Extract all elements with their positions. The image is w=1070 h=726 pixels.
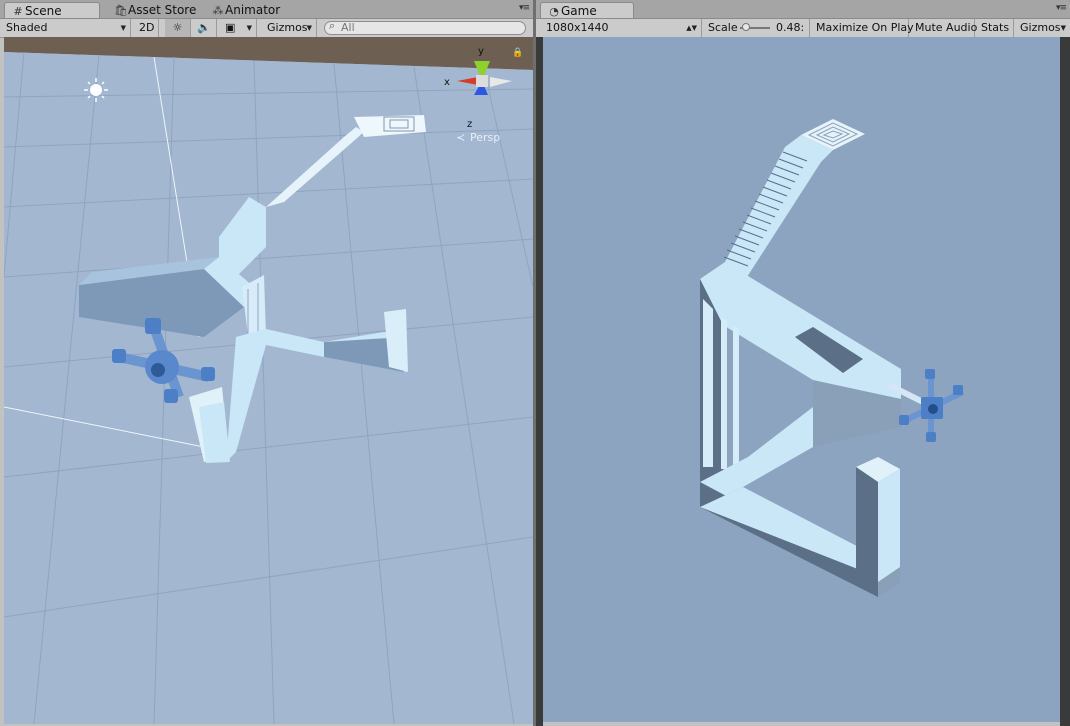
- maximize-on-play-label: Maximize On Play: [816, 21, 914, 34]
- scene-search-placeholder: All: [341, 21, 355, 34]
- stats-label: Stats: [981, 21, 1010, 34]
- chevron-down-icon: ▲▼: [686, 24, 697, 32]
- game-letterbox-left: [536, 37, 543, 726]
- panel-menu-icon[interactable]: ▾≡: [1056, 3, 1067, 13]
- scene-tab-bar: # Scene 🛍Asset Store ⁂ Animator ▾≡: [0, 0, 533, 19]
- scene-effects-dropdown[interactable]: ▣ ▼: [219, 19, 257, 37]
- mute-audio-label: Mute Audio: [915, 21, 978, 34]
- tab-asset-store[interactable]: 🛍Asset Store: [108, 2, 200, 18]
- speaker-icon: 🔈: [197, 21, 211, 34]
- panel-menu-icon[interactable]: ▾≡: [519, 3, 530, 13]
- shading-mode-dropdown[interactable]: Shaded ▼: [0, 19, 131, 37]
- stats-toggle[interactable]: Stats: [975, 19, 1014, 37]
- scene-ground-plane: [4, 52, 533, 724]
- scene-gizmos-dropdown[interactable]: Gizmos ▼: [261, 19, 317, 37]
- mute-audio-toggle[interactable]: Mute Audio: [909, 19, 978, 37]
- game-gizmos-dropdown[interactable]: Gizmos ▼: [1014, 19, 1070, 37]
- game-toolbar: 1080x1440 ▲▼ Scale 0.48: Maximize On Pla…: [536, 19, 1070, 38]
- projection-label: Persp: [470, 131, 500, 144]
- tab-game[interactable]: ◔ Game: [540, 2, 634, 18]
- axis-z-label: z: [467, 119, 472, 130]
- mode-2d-toggle[interactable]: 2D: [135, 19, 159, 37]
- scene-toolbar: Shaded ▼ 2D ☼ 🔈 ▣ ▼ Gizmos ▼ ⌕ All: [0, 19, 533, 38]
- scale-slider-thumb[interactable]: [742, 23, 751, 31]
- scene-panel: # Scene 🛍Asset Store ⁂ Animator ▾≡ Shaded …: [0, 0, 533, 726]
- game-gizmos-label: Gizmos: [1020, 21, 1061, 34]
- scene-viewport[interactable]: y x z 🔒 ≺ Persp: [4, 37, 533, 724]
- scene-lighting-toggle[interactable]: ☼: [165, 19, 191, 37]
- shading-mode-label: Shaded: [6, 21, 48, 34]
- game-letterbox-right: [1060, 37, 1070, 726]
- chevron-down-icon: ▼: [120, 24, 126, 32]
- tab-asset-store-label: Asset Store: [128, 3, 197, 17]
- resolution-label: 1080x1440: [546, 21, 609, 34]
- chevron-down-icon: ▼: [246, 24, 252, 32]
- scene-3d-view: y x z 🔒 ≺ Persp: [4, 37, 533, 724]
- tab-animator[interactable]: ⁂ Animator: [205, 2, 295, 18]
- game-tab-bar: ◔ Game ▾≡: [536, 0, 1070, 19]
- scene-audio-toggle[interactable]: 🔈: [191, 19, 217, 37]
- game-viewport[interactable]: [543, 37, 1060, 722]
- tab-scene[interactable]: # Scene: [4, 2, 100, 18]
- axis-x-label: x: [444, 77, 450, 88]
- scene-gizmos-label: Gizmos: [267, 21, 308, 34]
- grid-icon: #: [13, 5, 23, 18]
- projection-arrow-icon: ≺: [456, 131, 465, 144]
- mode-2d-label: 2D: [139, 21, 155, 34]
- game-panel: ◔ Game ▾≡ 1080x1440 ▲▼ Scale 0.48: Maximi…: [536, 0, 1070, 726]
- chevron-down-icon: ▼: [1060, 24, 1066, 32]
- axis-y-label: y: [478, 46, 484, 57]
- scene-search-input[interactable]: ⌕ All: [324, 19, 526, 35]
- game-render: [543, 37, 1060, 722]
- tab-game-label: Game: [561, 4, 597, 18]
- maximize-on-play-toggle[interactable]: Maximize On Play: [810, 19, 914, 37]
- animator-icon: ⁂: [212, 4, 224, 17]
- scale-slider[interactable]: [740, 23, 770, 31]
- search-icon: ⌕: [329, 19, 336, 32]
- store-icon: 🛍: [114, 4, 128, 17]
- sun-icon: ☼: [172, 21, 183, 34]
- chevron-down-icon: ▼: [306, 24, 312, 32]
- scale-control: Scale 0.48:: [702, 19, 810, 37]
- pacman-icon: ◔: [549, 5, 559, 18]
- lock-icon: 🔒: [512, 47, 523, 58]
- scale-value: 0.48:: [776, 21, 805, 34]
- image-icon: ▣: [225, 21, 236, 34]
- tab-scene-label: Scene: [25, 4, 62, 18]
- scale-label: Scale: [708, 21, 738, 34]
- tab-animator-label: Animator: [225, 3, 281, 17]
- resolution-dropdown[interactable]: 1080x1440 ▲▼: [540, 19, 702, 37]
